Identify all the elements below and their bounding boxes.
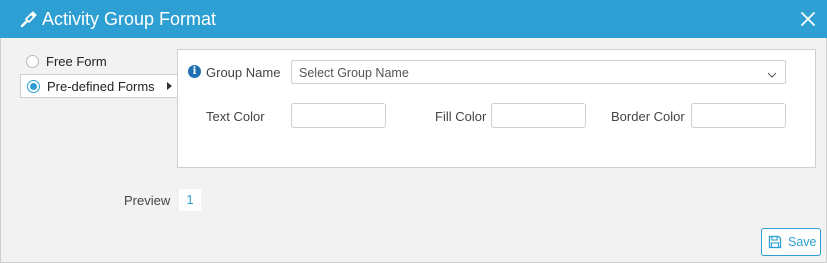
radio-predefined-forms[interactable]: Pre-defined Forms — [20, 74, 177, 98]
save-button-label: Save — [788, 235, 817, 249]
fill-color-label: Fill Color — [435, 109, 487, 124]
preview-sample: 1 — [179, 189, 201, 211]
group-name-label: Group Name — [206, 65, 281, 80]
radio-button-unchecked[interactable] — [26, 55, 39, 68]
close-icon[interactable] — [798, 9, 818, 29]
border-color-label: Border Color — [611, 109, 685, 124]
text-color-field[interactable] — [291, 103, 386, 128]
radio-button-checked[interactable] — [27, 80, 40, 93]
group-name-placeholder: Select Group Name — [299, 66, 409, 80]
paint-brush-icon — [19, 9, 39, 29]
radio-label: Free Form — [46, 54, 107, 69]
dialog-title: Activity Group Format — [42, 9, 217, 29]
dialog-titlebar: Activity Group Format — [0, 0, 827, 38]
group-name-select[interactable]: Select Group Name — [291, 60, 786, 84]
radio-label: Pre-defined Forms — [47, 79, 155, 94]
info-icon[interactable]: i — [188, 65, 201, 78]
fill-color-field[interactable] — [491, 103, 586, 128]
text-color-label: Text Color — [206, 109, 265, 124]
caret-right-icon — [167, 82, 172, 90]
preview-label: Preview — [124, 193, 171, 208]
floppy-disk-icon — [768, 235, 782, 249]
save-button[interactable]: Save — [761, 228, 821, 256]
chevron-down-icon — [767, 67, 777, 78]
border-color-field[interactable] — [691, 103, 786, 128]
radio-free-form[interactable]: Free Form — [20, 50, 170, 74]
